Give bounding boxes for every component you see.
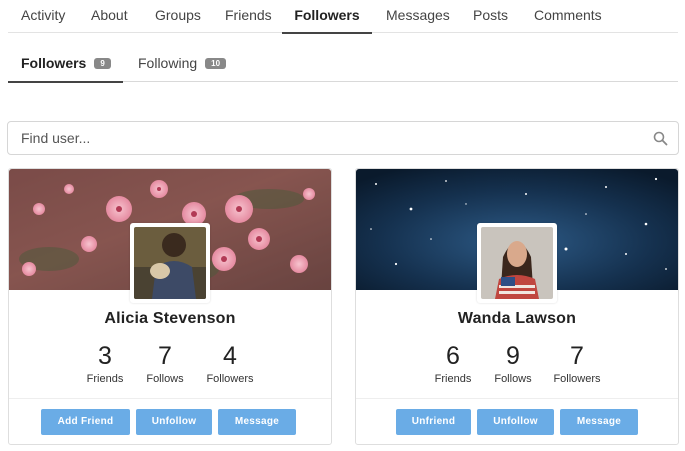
tab-about[interactable]: About — [91, 0, 128, 33]
tab-messages[interactable]: Messages — [386, 0, 450, 33]
search-input[interactable] — [8, 122, 628, 154]
unfollow-button[interactable]: Unfollow — [136, 409, 212, 435]
avatar[interactable] — [477, 223, 557, 303]
stat-followers: 7 Followers — [547, 342, 607, 385]
stat-value: 7 — [158, 342, 172, 370]
stat-value: 9 — [506, 342, 520, 370]
message-button[interactable]: Message — [218, 409, 296, 435]
stat-label: Follows — [146, 373, 184, 385]
avatar[interactable] — [130, 223, 210, 303]
profile-nav: Activity About Groups Friends Followers … — [8, 0, 678, 34]
following-count-badge: 10 — [205, 58, 227, 69]
card-divider — [9, 398, 331, 399]
find-user-search — [7, 121, 679, 155]
stat-label: Friends — [86, 373, 124, 385]
card-divider — [356, 398, 678, 399]
add-friend-button[interactable]: Add Friend — [41, 409, 130, 435]
subtab-followers[interactable]: Followers 9 — [8, 46, 123, 83]
stat-label: Follows — [494, 373, 532, 385]
tab-posts[interactable]: Posts — [473, 0, 508, 33]
subtab-following[interactable]: Following 10 — [138, 46, 227, 82]
tab-comments[interactable]: Comments — [534, 0, 602, 33]
user-stats: 6 Friends 9 Follows 7 Followers — [356, 342, 678, 386]
search-icon[interactable] — [653, 131, 668, 146]
tab-activity[interactable]: Activity — [21, 0, 65, 33]
stat-follows: 9 Follows — [483, 342, 543, 385]
stat-value: 7 — [570, 342, 584, 370]
followers-subnav: Followers 9 Following 10 — [8, 46, 678, 83]
user-card: Alicia Stevenson 3 Friends 7 Follows 4 Foll… — [8, 168, 332, 445]
unfriend-button[interactable]: Unfriend — [396, 409, 471, 435]
message-button[interactable]: Message — [560, 409, 638, 435]
stat-friends: 6 Friends — [423, 342, 483, 385]
subtab-following-label: Following — [138, 55, 198, 71]
subtab-followers-label: Followers — [21, 55, 87, 71]
stat-label: Followers — [206, 373, 254, 385]
stat-friends: 3 Friends — [75, 342, 135, 385]
stat-label: Followers — [553, 373, 601, 385]
tab-followers[interactable]: Followers — [282, 0, 372, 34]
stat-follows: 7 Follows — [135, 342, 195, 385]
user-stats: 3 Friends 7 Follows 4 Followers — [9, 342, 331, 386]
followers-count-badge: 9 — [94, 58, 111, 69]
unfollow-button[interactable]: Unfollow — [477, 409, 554, 435]
user-name[interactable]: Alicia Stevenson — [9, 310, 331, 328]
stat-followers: 4 Followers — [200, 342, 260, 385]
tab-friends[interactable]: Friends — [225, 0, 272, 33]
stat-value: 4 — [223, 342, 237, 370]
stat-value: 3 — [98, 342, 112, 370]
stat-value: 6 — [446, 342, 460, 370]
user-name[interactable]: Wanda Lawson — [356, 310, 678, 328]
user-card: Wanda Lawson 6 Friends 9 Follows 7 Follower… — [355, 168, 679, 445]
stat-label: Friends — [434, 373, 472, 385]
tab-groups[interactable]: Groups — [155, 0, 201, 33]
